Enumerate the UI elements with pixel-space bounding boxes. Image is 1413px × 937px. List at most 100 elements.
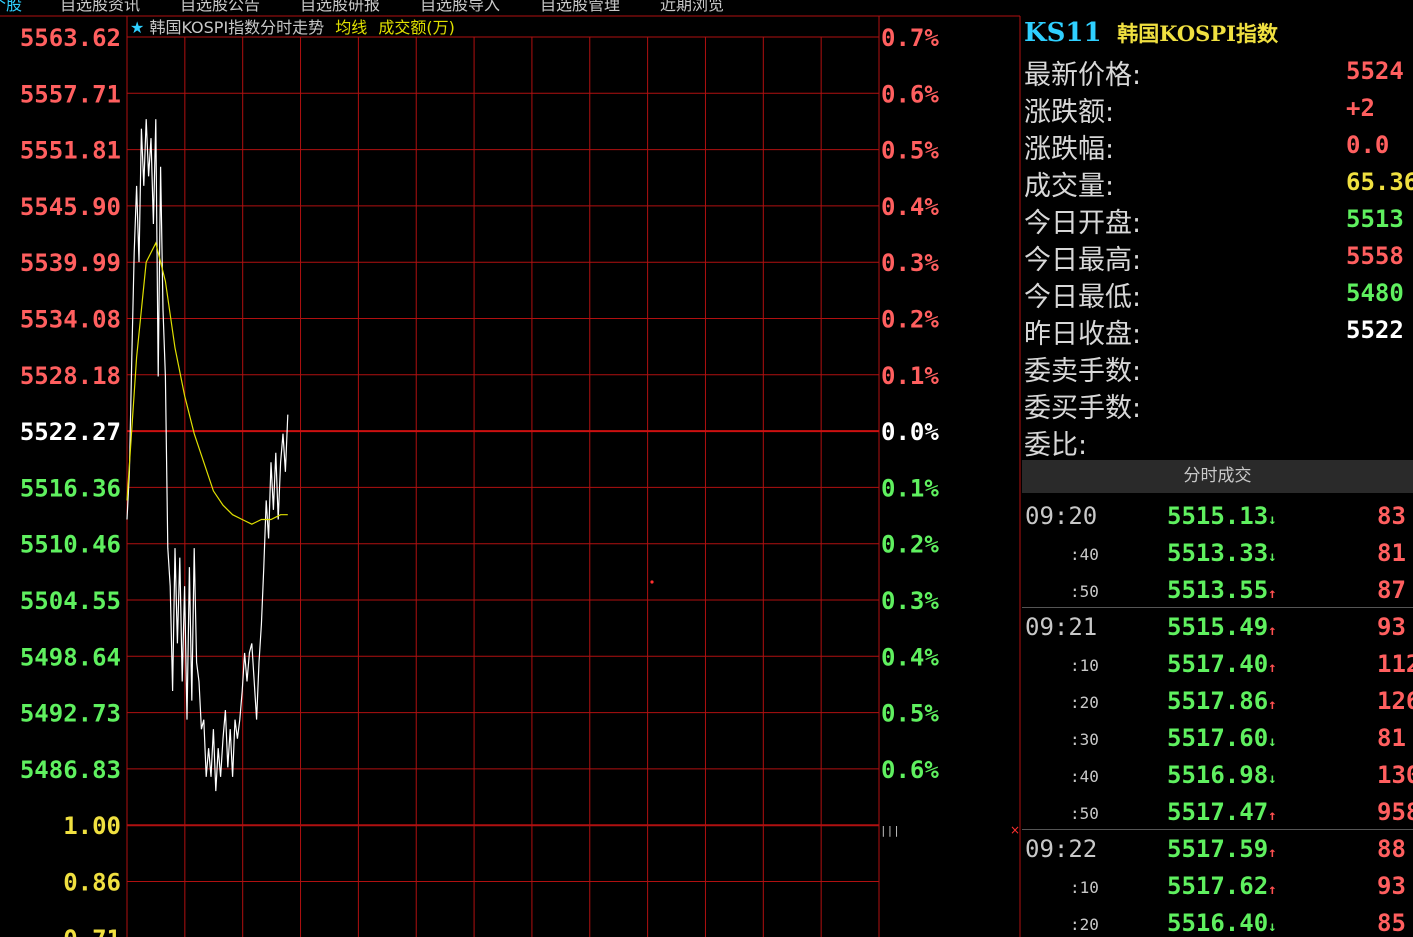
y-tick-right: 0.0% <box>881 418 939 446</box>
quote-value: 65.36 <box>1346 168 1413 196</box>
tick-price-text: 5517.60 <box>1167 724 1269 752</box>
quote-row: 委卖手数: <box>1024 349 1413 387</box>
arrow-down-icon: ↓ <box>1268 771 1277 787</box>
tick-row[interactable]: 09:21 5515.49↑ 93 <box>1022 609 1413 646</box>
chart-header: ★ 韩国KOSPI指数分时走势 均线 成交额(万) <box>130 14 455 37</box>
quote-row: 涨跌幅: 0.0 <box>1024 127 1413 165</box>
arrow-up-icon: ↑ <box>1268 882 1277 898</box>
y-tick-left: 5545.90 <box>20 193 121 221</box>
quote-label: 今日最低: <box>1024 282 1142 313</box>
tick-row[interactable]: :40 5513.33↓ 81 <box>1022 535 1413 572</box>
tick-price-text: 5515.13 <box>1167 502 1269 530</box>
index-code: KS11 <box>1024 18 1102 48</box>
panel-corner-mark: × <box>1010 823 1020 837</box>
tick-row[interactable]: :40 5516.98↓ 130 <box>1022 757 1413 794</box>
quote-row: 最新价格: 5524 <box>1024 53 1413 91</box>
tick-group-separator <box>1022 829 1413 830</box>
quote-value: 5558 <box>1346 242 1404 270</box>
tick-row[interactable]: :10 5517.40↑ 112 <box>1022 646 1413 683</box>
tick-price: 5516.98↓ <box>1167 761 1277 789</box>
y-tick-left: 5528.18 <box>20 362 121 390</box>
volume-tick: 0.71 <box>63 925 121 937</box>
index-name: 韩国KOSPI指数 <box>1117 21 1278 46</box>
y-tick-right: 0.3% <box>881 587 939 615</box>
quote-label: 委比: <box>1024 430 1088 461</box>
y-tick-left: 5551.81 <box>20 137 121 165</box>
tick-volume: 81 <box>1377 724 1406 752</box>
tick-volume: 958 <box>1377 798 1413 826</box>
y-tick-right: 0.3% <box>881 249 939 277</box>
tick-row[interactable]: :20 5516.40↓ 85 <box>1022 905 1413 937</box>
tick-row[interactable]: :50 5517.47↑ 958 <box>1022 794 1413 831</box>
quote-label: 涨跌额: <box>1024 97 1115 128</box>
star-icon[interactable]: ★ <box>130 18 144 37</box>
tick-group-separator <box>1022 607 1413 608</box>
quote-label: 委卖手数: <box>1024 356 1142 387</box>
tick-price-text: 5515.49 <box>1167 613 1269 641</box>
y-tick-left: 5510.46 <box>20 531 121 559</box>
tick-volume: 88 <box>1377 835 1406 863</box>
tick-time: :10 <box>1070 878 1099 897</box>
y-tick-right: 0.2% <box>881 531 939 559</box>
y-tick-right: 0.7% <box>881 24 939 52</box>
arrow-up-icon: ↑ <box>1268 845 1277 861</box>
intraday-chart: 5563.62 5557.71 5551.81 5545.90 5539.99 5534.… <box>0 15 1021 937</box>
y-tick-left: 5563.62 <box>20 24 121 52</box>
tick-time: :40 <box>1070 545 1099 564</box>
quote-value: 0.0 <box>1346 131 1390 159</box>
quote-value: 5513 <box>1346 205 1404 233</box>
tick-row[interactable]: :30 5517.60↓ 81 <box>1022 720 1413 757</box>
tick-row[interactable]: :20 5517.86↑ 126 <box>1022 683 1413 720</box>
price-series-line <box>126 119 289 792</box>
tick-time: 09:22 <box>1025 835 1098 863</box>
quote-label: 今日开盘: <box>1024 208 1142 239</box>
y-tick-left: 5534.08 <box>20 306 121 334</box>
quote-row: 涨跌额: +2 <box>1024 90 1413 128</box>
quote-row: 今日开盘: 5513 <box>1024 201 1413 239</box>
quote-label: 昨日收盘: <box>1024 319 1142 350</box>
arrow-down-icon: ↓ <box>1268 512 1277 528</box>
tick-row[interactable]: 09:22 5517.59↑ 88 <box>1022 831 1413 868</box>
arrow-up-icon: ↑ <box>1268 660 1277 676</box>
y-tick-right: 0.2% <box>881 306 939 334</box>
tick-volume: 130 <box>1377 761 1413 789</box>
volume-tick: 1.00 <box>63 812 121 840</box>
tick-price-text: 5517.62 <box>1167 872 1269 900</box>
tick-row[interactable]: :10 5517.62↑ 93 <box>1022 868 1413 905</box>
amount-legend[interactable]: 成交额(万) <box>378 18 455 37</box>
y-tick-left: 5492.73 <box>20 700 121 728</box>
y-tick-right: 0.1% <box>881 474 939 502</box>
arrow-down-icon: ↓ <box>1268 919 1277 935</box>
tick-time: :50 <box>1070 582 1099 601</box>
tick-time: 09:20 <box>1025 502 1098 530</box>
ticks-header[interactable]: 分时成交 <box>1022 460 1413 493</box>
quote-value: 5522 <box>1346 316 1404 344</box>
arrow-up-icon: ↑ <box>1268 808 1277 824</box>
volume-tick: 0.86 <box>63 869 121 897</box>
quote-row: 成交量: 65.36 <box>1024 164 1413 202</box>
quote-label: 涨跌幅: <box>1024 134 1115 165</box>
quote-row: 今日最高: 5558 <box>1024 238 1413 276</box>
cursor-dot <box>650 580 654 584</box>
tick-time: :40 <box>1070 767 1099 786</box>
tick-row[interactable]: :50 5513.55↑ 87 <box>1022 572 1413 609</box>
tick-row[interactable]: 09:20 5515.13↓ 83 <box>1022 498 1413 535</box>
avg-line-legend[interactable]: 均线 <box>335 18 367 37</box>
tick-price: 5513.55↑ <box>1167 576 1277 604</box>
tick-price: 5517.60↓ <box>1167 724 1277 752</box>
y-tick-left: 5486.83 <box>20 756 121 784</box>
tick-volume: 87 <box>1377 576 1406 604</box>
tick-volume: 112 <box>1377 650 1413 678</box>
tick-volume: 93 <box>1377 613 1406 641</box>
y-tick-right: 0.6% <box>881 756 939 784</box>
y-tick-right: 0.5% <box>881 137 939 165</box>
quote-label: 今日最高: <box>1024 245 1142 276</box>
y-tick-left: 5557.71 <box>20 80 121 108</box>
tick-volume: 93 <box>1377 872 1406 900</box>
tick-volume: 81 <box>1377 539 1406 567</box>
tick-volume: 126 <box>1377 687 1413 715</box>
tick-price: 5517.59↑ <box>1167 835 1277 863</box>
arrow-up-icon: ↑ <box>1268 697 1277 713</box>
tick-price: 5517.62↑ <box>1167 872 1277 900</box>
quote-row: 委买手数: <box>1024 386 1413 424</box>
